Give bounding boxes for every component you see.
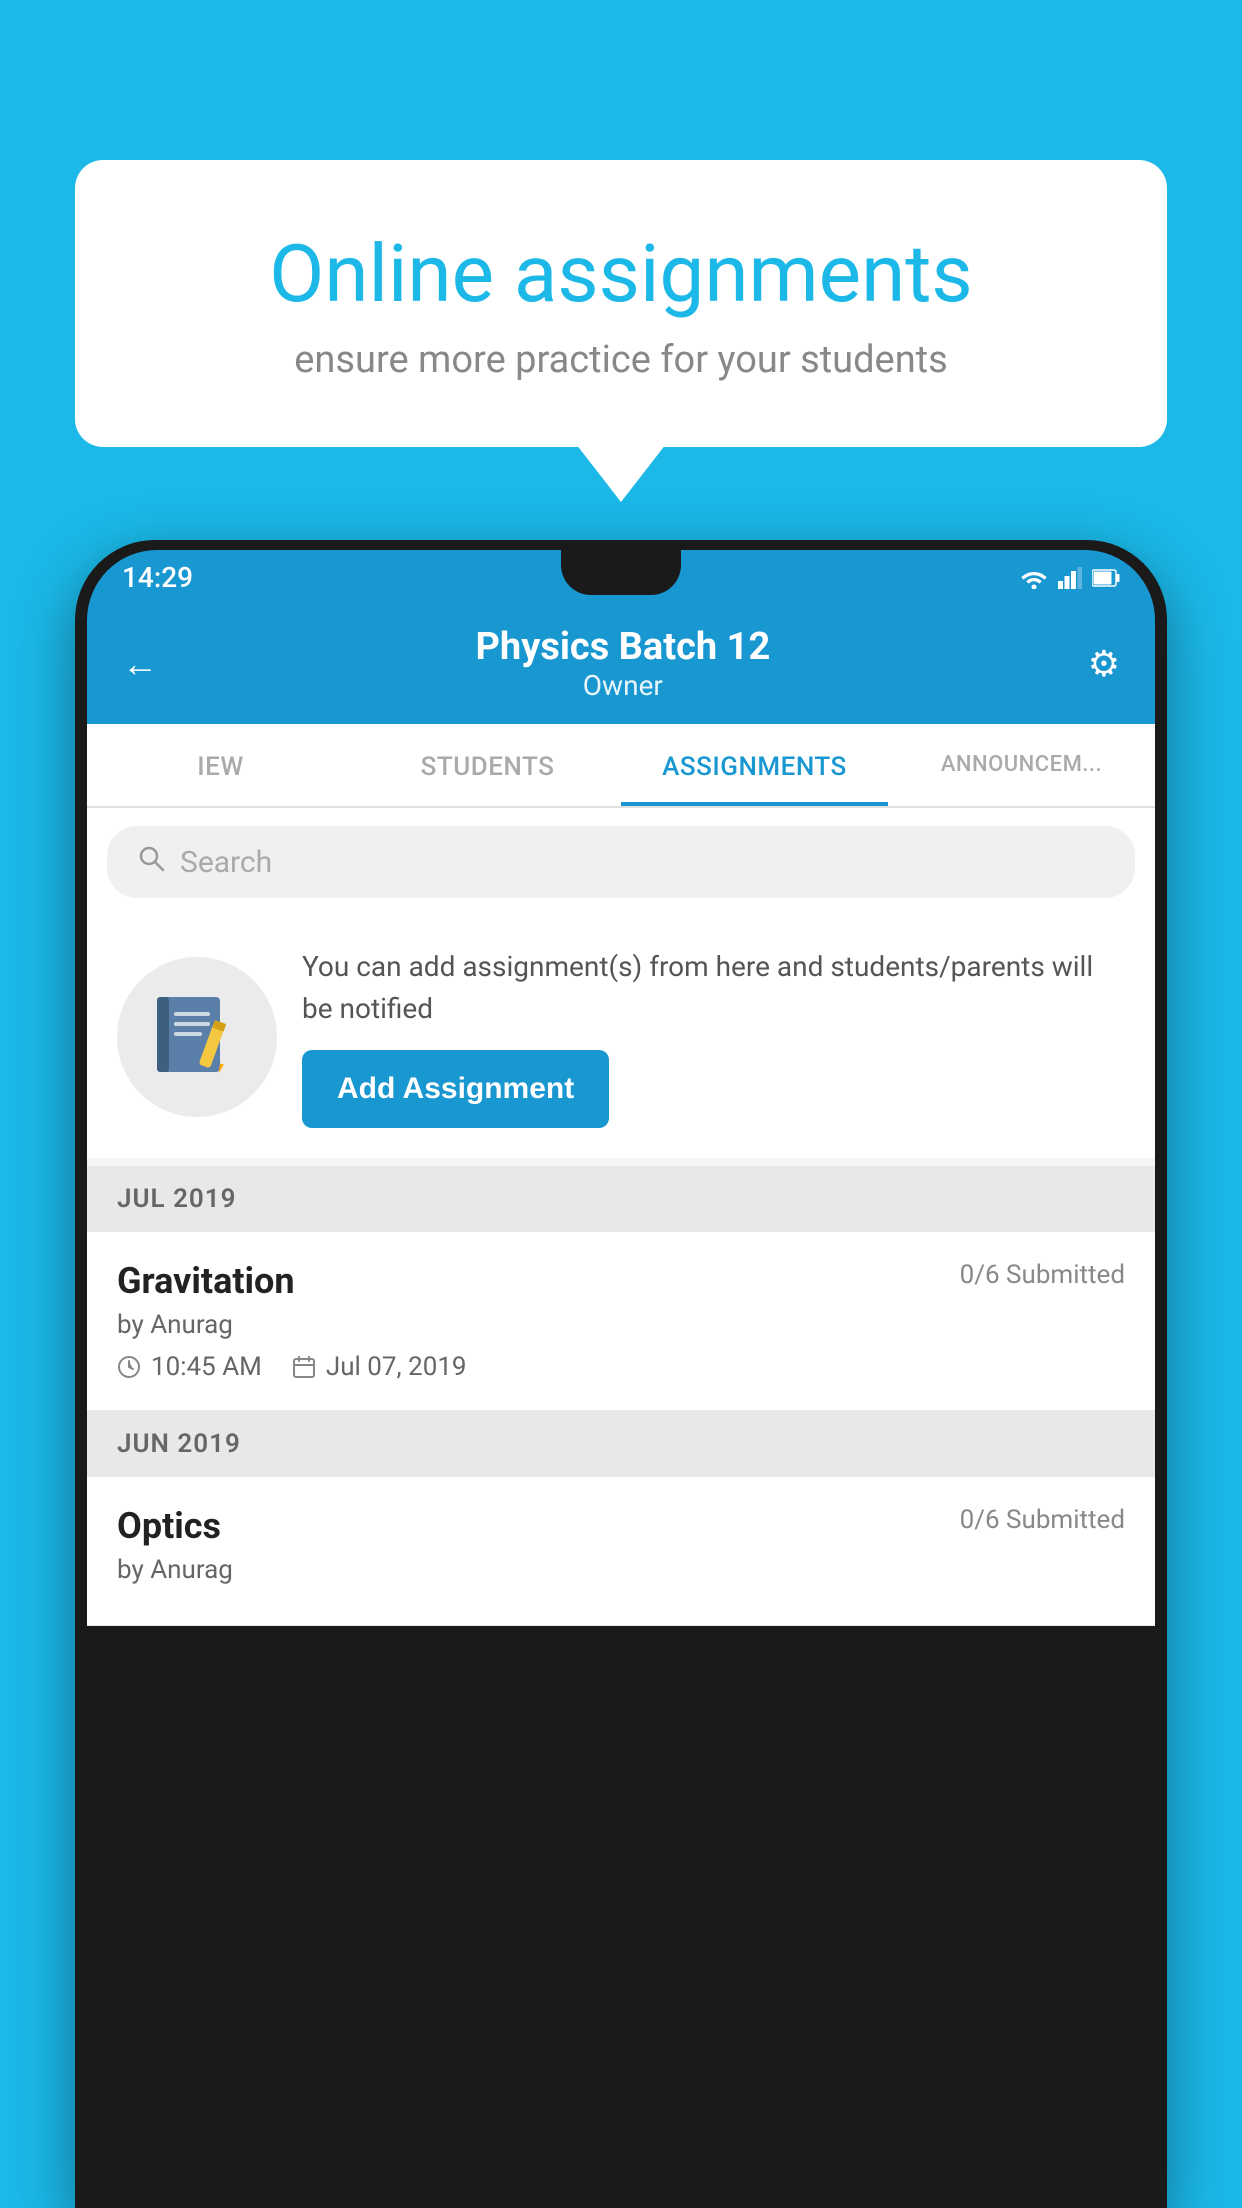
assignment-meta: 10:45 AM Jul 07, 2019: [117, 1352, 1125, 1382]
batch-title: Physics Batch 12: [475, 625, 770, 669]
promo-description: You can add assignment(s) from here and …: [302, 946, 1125, 1030]
battery-icon: [1092, 569, 1120, 587]
assignment-date: Jul 07, 2019: [292, 1352, 467, 1382]
assignment-time: 10:45 AM: [117, 1352, 262, 1382]
search-placeholder: Search: [180, 845, 272, 880]
add-assignment-button[interactable]: Add Assignment: [302, 1050, 609, 1128]
notebook-icon: [152, 992, 242, 1082]
assignment-submitted: 0/6 Submitted: [960, 1260, 1125, 1290]
clock-icon: [117, 1355, 141, 1379]
search-container: Search: [87, 808, 1155, 916]
month-jul-2019: JUL 2019: [87, 1166, 1155, 1232]
back-button[interactable]: ←: [122, 643, 158, 685]
phone-inner: 14:29: [87, 550, 1155, 2208]
app-header: ← Physics Batch 12 Owner ⚙: [87, 605, 1155, 724]
owner-subtitle: Owner: [475, 669, 770, 702]
screen-content: Search: [87, 808, 1155, 1626]
notch: [561, 550, 681, 595]
assignment-name: Gravitation: [117, 1260, 295, 1302]
tab-announcements[interactable]: ANNOUNCEM...: [888, 724, 1155, 806]
assignment-optics-by: by Anurag: [117, 1555, 1125, 1585]
header-title-group: Physics Batch 12 Owner: [475, 625, 770, 702]
signal-icon: [1058, 567, 1082, 589]
promo-right: You can add assignment(s) from here and …: [302, 946, 1125, 1128]
speech-bubble-title: Online assignments: [155, 230, 1087, 318]
settings-gear-icon[interactable]: ⚙: [1088, 643, 1120, 685]
tab-assignments[interactable]: ASSIGNMENTS: [621, 724, 888, 806]
assignment-optics-submitted: 0/6 Submitted: [960, 1505, 1125, 1535]
assignment-header-row: Gravitation 0/6 Submitted: [117, 1260, 1125, 1302]
calendar-icon: [292, 1355, 316, 1379]
speech-bubble: Online assignments ensure more practice …: [75, 160, 1167, 447]
tab-students[interactable]: STUDENTS: [354, 724, 621, 806]
tab-iew[interactable]: IEW: [87, 724, 354, 806]
assignment-gravitation[interactable]: Gravitation 0/6 Submitted by Anurag 10:4…: [87, 1232, 1155, 1411]
phone-frame: 14:29: [75, 540, 1167, 2208]
assignment-optics[interactable]: Optics 0/6 Submitted by Anurag: [87, 1477, 1155, 1626]
tabs-bar: IEW STUDENTS ASSIGNMENTS ANNOUNCEM...: [87, 724, 1155, 808]
assignment-optics-header-row: Optics 0/6 Submitted: [117, 1505, 1125, 1547]
month-jun-2019: JUN 2019: [87, 1411, 1155, 1477]
add-assignment-promo: You can add assignment(s) from here and …: [87, 916, 1155, 1158]
status-time: 14:29: [122, 561, 193, 594]
speech-bubble-subtitle: ensure more practice for your students: [155, 338, 1087, 382]
status-bar: 14:29: [87, 550, 1155, 605]
search-icon: [137, 844, 165, 880]
search-bar[interactable]: Search: [107, 826, 1135, 898]
status-icons: [1020, 567, 1120, 589]
assignment-by: by Anurag: [117, 1310, 1125, 1340]
promo-icon-circle: [117, 957, 277, 1117]
wifi-icon: [1020, 567, 1048, 589]
assignment-optics-name: Optics: [117, 1505, 221, 1547]
